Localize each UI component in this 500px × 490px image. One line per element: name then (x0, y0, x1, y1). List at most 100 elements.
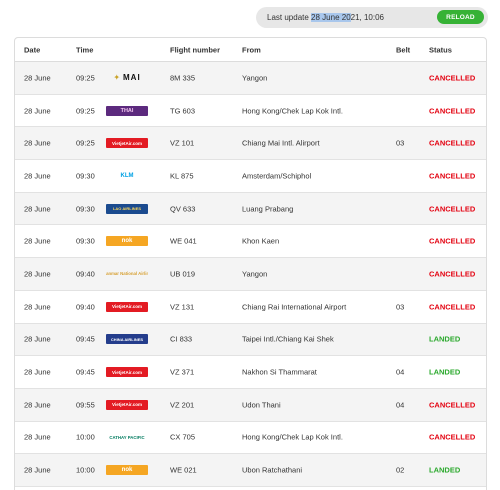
cell-flight-number: QV 633 (170, 204, 196, 214)
cell-from: Taipei Intl./Chiang Kai Shek (242, 334, 334, 344)
table-row: 28 June 09:25 VietjetAir.com VZ 101 Chiang M… (15, 127, 486, 161)
cell-time: 09:25 (76, 73, 95, 83)
table-header: Date Time Flight number From Belt Status (15, 38, 486, 62)
cell-date: 28 June (24, 171, 51, 181)
cell-time: 09:40 (76, 302, 95, 312)
cell-belt: 04 (396, 367, 405, 377)
cell-time: 09:45 (76, 367, 95, 377)
cell-date: 28 June (24, 432, 51, 442)
cell-date: 28 June (24, 334, 51, 344)
last-update-bar: Last update 28 June 2021, 10:06 RELOAD (256, 7, 488, 28)
nok-air-logo: nok (106, 465, 148, 476)
cell-flight-number: UB 019 (170, 269, 196, 279)
airline-logo-text: CHINA AIRLINES (106, 334, 148, 345)
cell-from: Yangon (242, 269, 268, 279)
cell-status: LANDED (429, 334, 461, 344)
airline-logo-text: VietjetAir.com (106, 399, 148, 410)
table-row: 28 June 10:00 nok WE 021 Ubon Ratchathani 02 L… (15, 454, 486, 487)
cell-from: Chiang Mai Intl. Alirport (242, 138, 320, 148)
airline-logo-text: VietjetAir.com (106, 301, 148, 312)
cell-flight-number: CX 705 (170, 432, 196, 442)
cell-belt: 02 (396, 465, 405, 475)
cell-flight-number: TG 603 (170, 106, 196, 116)
cell-status: CANCELLED (429, 73, 476, 83)
cell-flight-number: WE 021 (170, 465, 197, 475)
table-row: 28 June 09:40 VietjetAir.com VZ 131 Chiang R… (15, 291, 486, 324)
header-flight-number: Flight number (170, 45, 220, 54)
wing-icon: ✦ (113, 73, 122, 83)
cell-from: Amsterdam/Schiphol (242, 171, 312, 181)
vietjet-logo: VietjetAir.com (106, 399, 148, 410)
cell-flight-number: 8M 335 (170, 73, 196, 83)
cell-belt: 03 (396, 302, 405, 312)
cell-belt: 04 (396, 400, 405, 410)
myanmar-airways-logo: ✦ MAI (106, 73, 148, 83)
airline-logo-text: VietjetAir.com (106, 138, 148, 149)
vietjet-logo: VietjetAir.com (106, 301, 148, 312)
cell-date: 28 June (24, 204, 51, 214)
header-status: Status (429, 45, 452, 54)
airline-logo-text: LAO AIRLINES (106, 203, 148, 214)
cell-date: 28 June (24, 269, 51, 279)
table-row: 28 June 09:30 KLM KL 875 Amsterdam/Schiphol C… (15, 160, 486, 193)
table-row: 28 June 09:40 Myanmar National Airlines UB … (15, 258, 486, 291)
lao-skyway-logo: LAO AIRLINES (106, 203, 148, 214)
table-row: 28 June 09:45 CHINA AIRLINES CI 833 Taipei I… (15, 323, 486, 357)
cell-from: Hong Kong/Chek Lap Kok Intl. (242, 432, 343, 442)
cell-time: 09:30 (76, 236, 95, 246)
table-row: 28 June 09:30 nok WE 041 Khon Kaen CANCELLED (15, 225, 486, 259)
table-row: 28 June 09:25 ✦ MAI 8M 335 Yangon CANCELLED (15, 62, 486, 95)
cell-flight-number: VZ 201 (170, 400, 195, 410)
cell-status: CANCELLED (429, 171, 476, 181)
cell-flight-number: VZ 101 (170, 138, 195, 148)
cell-status: CANCELLED (429, 138, 476, 148)
table-row: 28 June 10:00 CATHAY PACIFIC CX 705 Hong Kon… (15, 422, 486, 455)
cell-belt: 03 (396, 138, 405, 148)
airline-logo-text: Myanmar National Airlines (106, 271, 148, 277)
cell-time: 10:00 (76, 465, 95, 475)
airline-logo-text: CATHAY PACIFIC (109, 434, 145, 440)
cell-status: CANCELLED (429, 236, 476, 246)
cell-time: 09:30 (76, 171, 95, 181)
thai-airways-logo: THAI (106, 105, 148, 116)
cell-flight-number: KL 875 (170, 171, 194, 181)
cell-date: 28 June (24, 465, 51, 475)
cell-from: Hong Kong/Chek Lap Kok Intl. (242, 106, 343, 116)
vietjet-logo: VietjetAir.com (106, 367, 148, 378)
cell-time: 09:25 (76, 138, 95, 148)
cell-from: Yangon (242, 73, 268, 83)
cell-flight-number: VZ 131 (170, 302, 195, 312)
airline-logo-text: KLM (120, 172, 134, 179)
cell-flight-number: WE 041 (170, 236, 197, 246)
myanmar-national-logo: Myanmar National Airlines (106, 269, 148, 279)
cell-date: 28 June (24, 73, 51, 83)
klm-logo: KLM (106, 171, 148, 181)
cell-status: CANCELLED (429, 269, 476, 279)
cell-status: CANCELLED (429, 400, 476, 410)
cell-status: LANDED (429, 465, 461, 475)
header-from: From (242, 45, 261, 54)
reload-button[interactable]: RELOAD (437, 10, 484, 24)
airline-logo-text: nok (106, 236, 148, 247)
cell-from: Khon Kaen (242, 236, 280, 246)
last-update-text: Last update 28 June 2021, 10:06 (267, 13, 385, 22)
cathay-pacific-logo: CATHAY PACIFIC (106, 432, 148, 442)
cell-from: Luang Prabang (242, 204, 294, 214)
cell-status: CANCELLED (429, 106, 476, 116)
cell-time: 09:45 (76, 334, 95, 344)
cell-date: 28 June (24, 400, 51, 410)
table-row: 28 June 09:55 VietjetAir.com VZ 201 Udon Tha… (15, 388, 486, 422)
vietjet-logo: VietjetAir.com (106, 138, 148, 149)
header-time: Time (76, 45, 94, 54)
cell-status: CANCELLED (429, 432, 476, 442)
airline-logo-text: THAI (106, 105, 148, 116)
cell-from: Chiang Rai International Airport (242, 302, 347, 312)
cell-from: Udon Thani (242, 400, 281, 410)
cell-time: 09:25 (76, 106, 95, 116)
airline-logo-text: nok (106, 465, 148, 476)
cell-from: Ubon Ratchathani (242, 465, 303, 475)
arrivals-table: Date Time Flight number From Belt Status… (14, 37, 487, 490)
table-row: 28 June 09:45 VietjetAir.com VZ 371 Nakhon S… (15, 356, 486, 389)
cell-date: 28 June (24, 138, 51, 148)
airline-logo-text: ✦ MAI (113, 73, 141, 83)
